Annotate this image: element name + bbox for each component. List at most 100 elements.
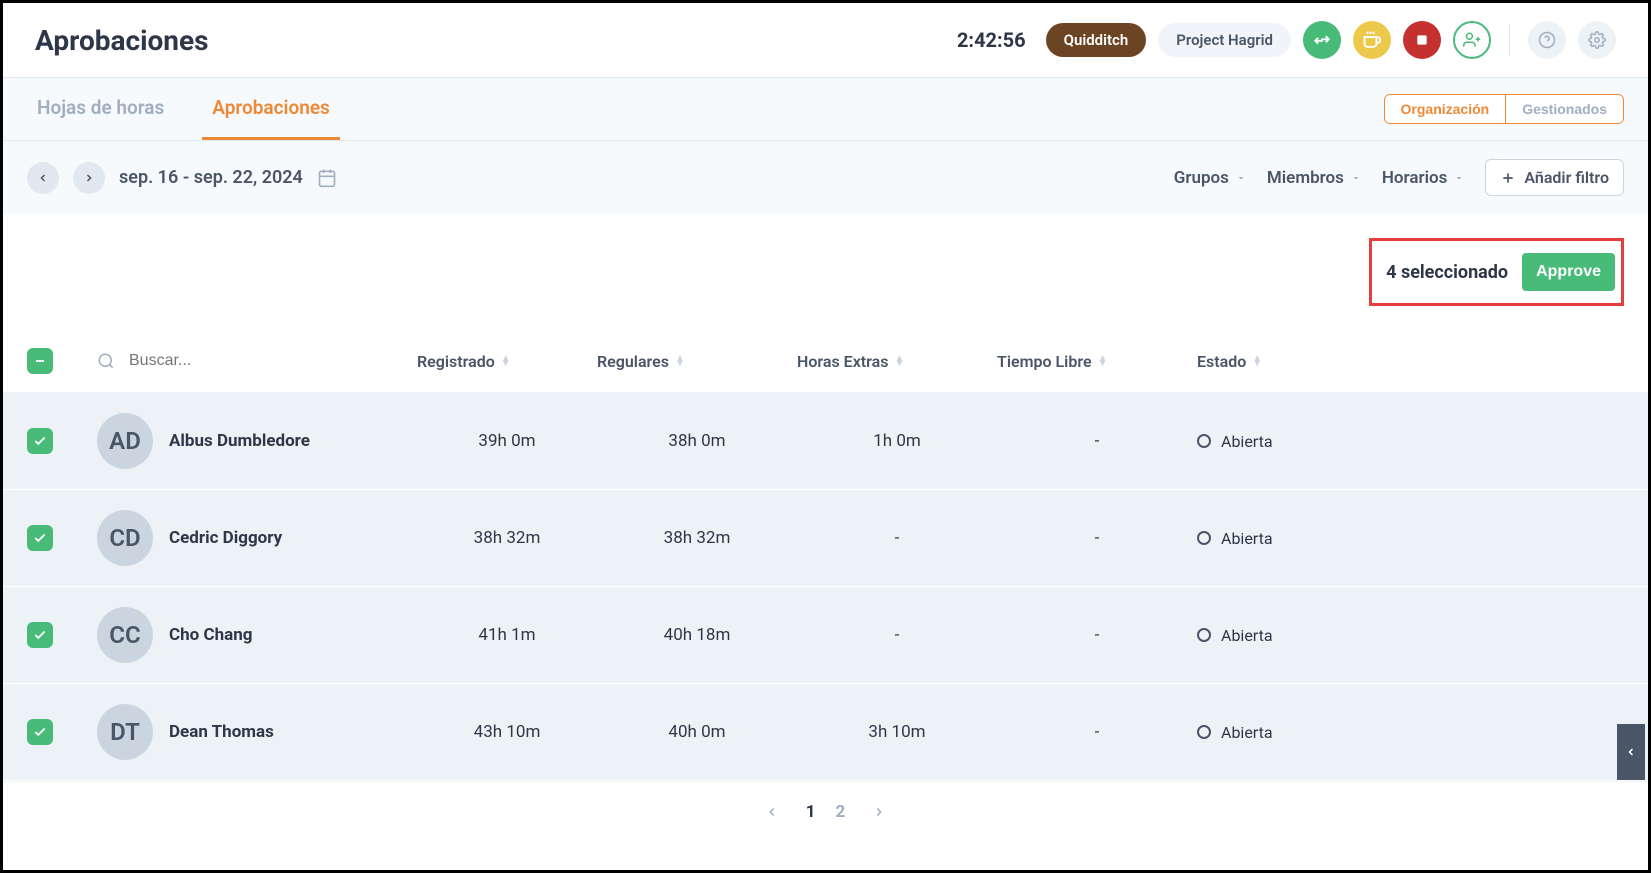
sort-icon: ▲▼ <box>1098 356 1108 366</box>
col-libre[interactable]: Tiempo Libre▲▼ <box>997 352 1197 371</box>
col-estado[interactable]: Estado▲▼ <box>1197 352 1417 371</box>
search-icon <box>97 352 115 370</box>
filter-groups[interactable]: Grupos <box>1174 168 1247 188</box>
header-right: 2:42:56 Quidditch Project Hagrid <box>957 21 1616 59</box>
next-week-button[interactable] <box>73 162 105 194</box>
cell-estado: Abierta <box>1197 529 1417 548</box>
sort-icon: ▲▼ <box>894 356 904 366</box>
table-header: Registrado▲▼ Regulares▲▼ Horas Extras▲▼ … <box>3 330 1648 393</box>
project-pill-quidditch[interactable]: Quidditch <box>1046 23 1147 57</box>
view-managed[interactable]: Gestionados <box>1506 95 1623 123</box>
tabs-row: Hojas de horas Aprobaciones Organización… <box>3 78 1648 141</box>
selection-box: 4 seleccionado Approve <box>1369 238 1624 306</box>
chevron-down-icon <box>1350 172 1362 184</box>
selection-bar: 4 seleccionado Approve <box>3 214 1648 330</box>
cell-estado: Abierta <box>1197 626 1417 645</box>
settings-icon[interactable] <box>1578 21 1616 59</box>
status-circle-icon <box>1197 725 1211 739</box>
status-circle-icon <box>1197 531 1211 545</box>
filter-schedules-label: Horarios <box>1382 168 1448 188</box>
status-label: Abierta <box>1221 626 1273 645</box>
tab-approvals[interactable]: Aprobaciones <box>202 78 340 140</box>
prev-week-button[interactable] <box>27 162 59 194</box>
page-title: Aprobaciones <box>35 24 209 57</box>
filters-right: Grupos Miembros Horarios Añadir filtro <box>1174 159 1624 196</box>
select-all-checkbox[interactable] <box>27 348 53 374</box>
cell-libre: - <box>997 625 1197 645</box>
row-checkbox[interactable] <box>27 428 53 454</box>
sort-icon: ▲▼ <box>1252 356 1262 366</box>
user-name: Albus Dumbledore <box>169 431 310 451</box>
filter-schedules[interactable]: Horarios <box>1382 168 1466 188</box>
cell-registrado: 43h 10m <box>417 722 597 742</box>
cell-extras: 3h 10m <box>797 722 997 742</box>
page-prev[interactable] <box>758 798 786 826</box>
filter-members-label: Miembros <box>1267 168 1344 188</box>
coffee-icon[interactable] <box>1353 21 1391 59</box>
row-checkbox[interactable] <box>27 719 53 745</box>
table-row[interactable]: CC Cho Chang 41h 1m 40h 18m - - Abierta <box>3 587 1648 684</box>
chevron-down-icon <box>1453 172 1465 184</box>
col-regulares[interactable]: Regulares▲▼ <box>597 352 797 371</box>
filters: sep. 16 - sep. 22, 2024 Grupos Miembros … <box>3 141 1648 214</box>
search-input[interactable] <box>129 352 336 370</box>
tab-timesheets[interactable]: Hojas de horas <box>27 78 174 140</box>
swap-icon[interactable] <box>1303 21 1341 59</box>
page-next[interactable] <box>865 798 893 826</box>
cell-registrado: 39h 0m <box>417 431 597 451</box>
cell-regulares: 40h 18m <box>597 625 797 645</box>
help-icon[interactable] <box>1528 21 1566 59</box>
page-2[interactable]: 2 <box>836 802 846 822</box>
avatar: DT <box>97 704 153 760</box>
filter-groups-label: Grupos <box>1174 168 1229 188</box>
timer: 2:42:56 <box>957 28 1026 52</box>
calendar-icon[interactable] <box>317 168 337 188</box>
plus-icon <box>1500 170 1516 186</box>
sort-icon: ▲▼ <box>675 356 685 366</box>
cell-libre: - <box>997 431 1197 451</box>
status-label: Abierta <box>1221 432 1273 451</box>
filters-left: sep. 16 - sep. 22, 2024 <box>27 162 337 194</box>
cell-regulares: 38h 0m <box>597 431 797 451</box>
cell-extras: - <box>797 625 997 645</box>
avatar: CD <box>97 510 153 566</box>
project-pill-hagrid[interactable]: Project Hagrid <box>1158 23 1291 57</box>
avatar: CC <box>97 607 153 663</box>
add-filter-button[interactable]: Añadir filtro <box>1485 159 1624 196</box>
cell-extras: - <box>797 528 997 548</box>
col-extras[interactable]: Horas Extras▲▼ <box>797 352 997 371</box>
page-1[interactable]: 1 <box>806 802 816 822</box>
filter-members[interactable]: Miembros <box>1267 168 1362 188</box>
table-row[interactable]: AD Albus Dumbledore 39h 0m 38h 0m 1h 0m … <box>3 393 1648 490</box>
table-row[interactable]: DT Dean Thomas 43h 10m 40h 0m 3h 10m - A… <box>3 684 1648 781</box>
sort-icon: ▲▼ <box>501 356 511 366</box>
cell-regulares: 40h 0m <box>597 722 797 742</box>
cell-extras: 1h 0m <box>797 431 997 451</box>
cell-registrado: 41h 1m <box>417 625 597 645</box>
user-name: Cho Chang <box>169 625 252 645</box>
status-label: Abierta <box>1221 723 1273 742</box>
col-registrado[interactable]: Registrado▲▼ <box>417 352 597 371</box>
chevron-down-icon <box>1235 172 1247 184</box>
cell-regulares: 38h 32m <box>597 528 797 548</box>
row-checkbox[interactable] <box>27 622 53 648</box>
pagination: 1 2 <box>3 781 1648 842</box>
row-checkbox[interactable] <box>27 525 53 551</box>
user-add-icon[interactable] <box>1453 21 1491 59</box>
date-range[interactable]: sep. 16 - sep. 22, 2024 <box>119 167 303 188</box>
status-circle-icon <box>1197 628 1211 642</box>
collapse-panel-button[interactable] <box>1617 724 1645 780</box>
view-organization[interactable]: Organización <box>1385 95 1507 123</box>
cell-libre: - <box>997 722 1197 742</box>
selected-count: 4 seleccionado <box>1386 262 1508 283</box>
stop-icon[interactable] <box>1403 21 1441 59</box>
avatar: AD <box>97 413 153 469</box>
user-name: Dean Thomas <box>169 722 274 742</box>
cell-registrado: 38h 32m <box>417 528 597 548</box>
cell-estado: Abierta <box>1197 723 1417 742</box>
header: Aprobaciones 2:42:56 Quidditch Project H… <box>3 3 1648 78</box>
add-filter-label: Añadir filtro <box>1524 168 1609 187</box>
approve-button[interactable]: Approve <box>1522 253 1615 291</box>
cell-estado: Abierta <box>1197 432 1417 451</box>
table-row[interactable]: CD Cedric Diggory 38h 32m 38h 32m - - Ab… <box>3 490 1648 587</box>
